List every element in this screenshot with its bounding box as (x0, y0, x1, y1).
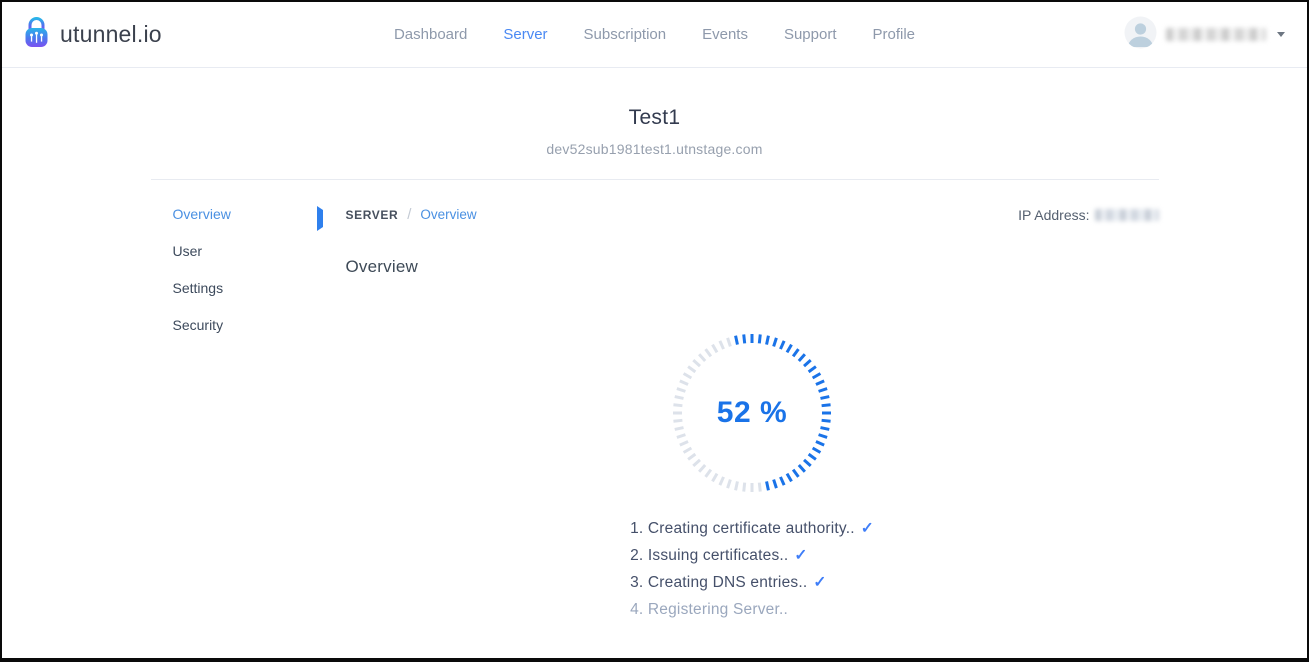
redacted-user-name (1166, 28, 1266, 41)
breadcrumb-row: SERVER / Overview IP Address: (346, 206, 1159, 223)
ip-address: IP Address: (1018, 207, 1158, 223)
breadcrumb-overview-link[interactable]: Overview (420, 207, 476, 222)
brand-name: utunnel.io (60, 21, 162, 48)
sidebar-item-security[interactable]: Security (173, 317, 297, 333)
progress-step-2: 2. Issuing certificates.. ✓ (630, 542, 874, 569)
breadcrumb-server-link[interactable]: SERVER (346, 208, 399, 222)
overview-heading: Overview (346, 257, 1159, 277)
nav-item-server[interactable]: Server (503, 26, 547, 43)
main-nav: Dashboard Server Subscription Events Support… (394, 26, 915, 43)
sidebar-item-user[interactable]: User (173, 243, 297, 259)
progress-step-4: 4. Registering Server.. (630, 596, 874, 623)
breadcrumb: SERVER / Overview (346, 206, 477, 223)
sidebar-item-overview[interactable]: Overview (173, 206, 297, 222)
breadcrumb-separator: / (407, 206, 411, 223)
nav-item-subscription[interactable]: Subscription (584, 26, 667, 43)
ip-address-label: IP Address: (1018, 207, 1089, 223)
nav-item-profile[interactable]: Profile (873, 26, 916, 43)
account-menu[interactable] (1124, 16, 1289, 54)
setup-steps: 1. Creating certificate authority..✓2. I… (346, 515, 1159, 623)
app-window: utunnel.io Dashboard Server Subscription Ev… (0, 0, 1309, 662)
progress-step-label: 2. Issuing certificates.. (630, 547, 788, 564)
check-icon: ✓ (813, 574, 826, 591)
caret-right-icon (317, 206, 323, 231)
caret-down-icon (1277, 32, 1285, 37)
sidebar-item-settings[interactable]: Settings (173, 280, 297, 296)
page-content: Test1 dev52sub1981test1.utnstage.com Ove… (151, 106, 1159, 623)
progress-step-label: 4. Registering Server.. (630, 601, 788, 618)
redacted-ip-value (1095, 209, 1159, 221)
person-avatar-icon (1124, 16, 1157, 54)
brand-logo[interactable]: utunnel.io (20, 14, 162, 55)
check-icon: ✓ (794, 547, 807, 564)
nav-item-events[interactable]: Events (702, 26, 748, 43)
check-icon: ✓ (861, 520, 874, 537)
server-body: Overview User Settings Security SERVER / Ov… (151, 180, 1159, 623)
nav-item-support[interactable]: Support (784, 26, 837, 43)
progress-step-1: 1. Creating certificate authority.. ✓ (630, 515, 874, 542)
top-navbar: utunnel.io Dashboard Server Subscription Ev… (2, 2, 1307, 68)
progress-step-3: 3. Creating DNS entries.. ✓ (630, 569, 874, 596)
main-panel: SERVER / Overview IP Address: Overview 5… (346, 206, 1159, 623)
sidebar-toggle[interactable] (297, 206, 346, 623)
progress-step-label: 3. Creating DNS entries.. (630, 574, 807, 591)
server-title: Test1 (151, 106, 1159, 130)
progress-step-label: 1. Creating certificate authority.. (630, 520, 855, 537)
padlock-circuit-icon (20, 14, 53, 55)
nav-item-dashboard[interactable]: Dashboard (394, 26, 467, 43)
server-sidebar: Overview User Settings Security (151, 206, 297, 623)
server-domain: dev52sub1981test1.utnstage.com (151, 141, 1159, 157)
setup-progress-ring: 52 % (670, 331, 834, 495)
progress-percent: 52 % (670, 331, 834, 495)
